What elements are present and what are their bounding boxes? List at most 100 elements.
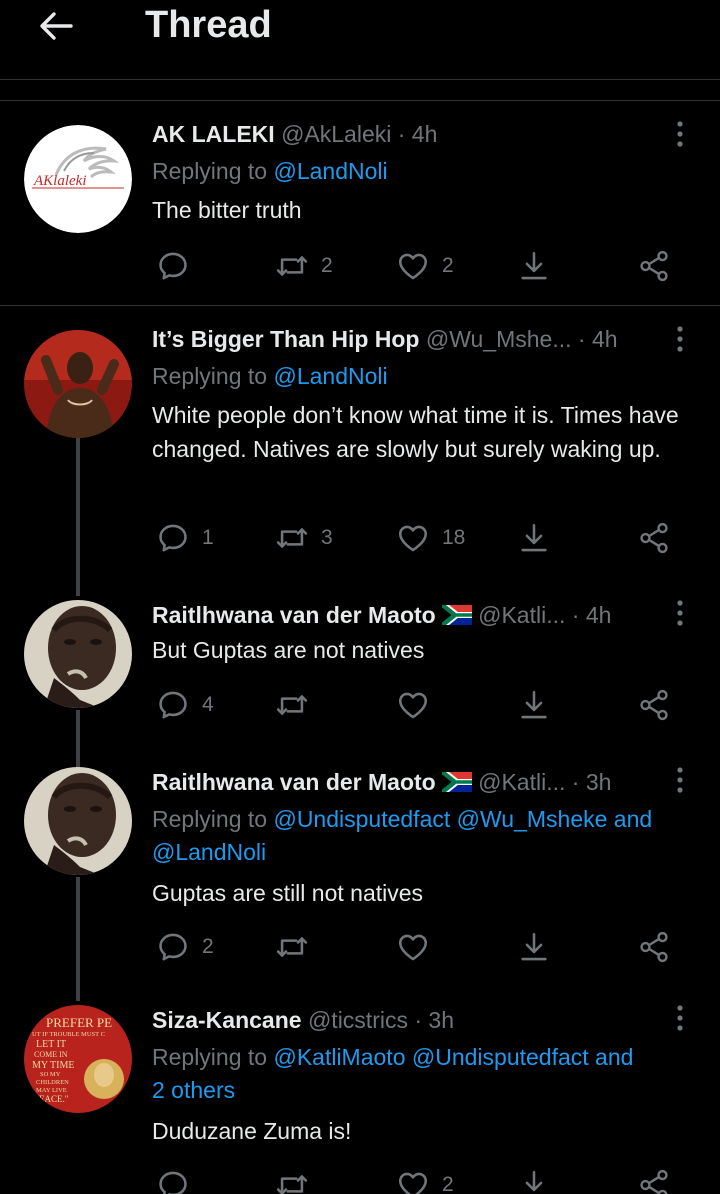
share-button[interactable] — [637, 930, 671, 964]
like-icon — [396, 930, 430, 964]
reply-count: 1 — [202, 526, 214, 549]
download-button[interactable] — [517, 1168, 551, 1194]
like-button[interactable] — [396, 688, 442, 722]
avatar[interactable] — [24, 767, 132, 875]
timestamp: · 3h — [571, 769, 612, 795]
retweet-button[interactable] — [275, 1168, 321, 1194]
retweet-button[interactable]: 3 — [275, 521, 333, 555]
avatar[interactable]: PREFER PE UT IF TROUBLE MUST C LET IT CO… — [24, 1005, 132, 1113]
more-icon — [668, 765, 692, 795]
user-handle[interactable]: @Wu_Mshe... — [426, 326, 572, 352]
like-icon — [396, 249, 430, 283]
display-name[interactable]: Raitlhwana van der Maoto — [152, 602, 436, 628]
south-africa-flag-icon — [442, 605, 472, 625]
more-options-button[interactable] — [668, 1003, 692, 1033]
thread-connector — [76, 721, 80, 745]
avatar[interactable] — [24, 330, 132, 438]
reply-button[interactable]: 4 — [156, 688, 214, 722]
divider — [0, 100, 720, 101]
like-button[interactable]: 2 — [396, 1168, 454, 1194]
tweet-text: Duduzane Zuma is! — [152, 1118, 352, 1144]
reply-icon — [156, 1168, 190, 1194]
mention-link[interactable]: @LandNoli — [273, 363, 387, 389]
display-name[interactable]: It’s Bigger Than Hip Hop — [152, 326, 419, 352]
back-arrow-icon[interactable] — [36, 6, 76, 46]
mention-link[interactable]: @LandNoli — [273, 158, 387, 184]
reply-icon — [156, 521, 190, 555]
tweet-text: Guptas are still not natives — [152, 880, 424, 906]
share-button[interactable] — [637, 521, 671, 555]
share-button[interactable] — [637, 249, 671, 283]
like-button[interactable]: 2 — [396, 249, 454, 283]
retweet-button[interactable]: 2 — [275, 249, 333, 283]
download-icon — [517, 1168, 551, 1194]
svg-text:CHILDREN: CHILDREN — [36, 1079, 69, 1086]
retweet-button[interactable] — [275, 930, 321, 964]
mention-link[interactable]: @Undisputedfact @Wu_Msheke and — [273, 806, 652, 832]
more-options-button[interactable] — [668, 598, 692, 628]
reply-icon — [156, 688, 190, 722]
share-icon — [637, 1168, 671, 1194]
retweet-count: 3 — [321, 526, 333, 549]
like-button[interactable] — [396, 930, 442, 964]
reply-button[interactable]: 1 — [156, 521, 214, 555]
more-options-button[interactable] — [668, 765, 692, 795]
like-icon — [396, 1168, 430, 1194]
retweet-icon — [275, 249, 309, 283]
download-button[interactable] — [517, 521, 551, 555]
tweet-text: The bitter truth — [152, 197, 302, 223]
replying-to-label: Replying to — [152, 363, 268, 389]
avatar[interactable]: AKlaleki — [24, 125, 132, 233]
thread-connector — [76, 955, 80, 983]
mention-link[interactable]: @LandNoli — [152, 839, 266, 865]
share-icon — [637, 521, 671, 555]
more-icon — [668, 324, 692, 354]
display-name[interactable]: Siza-Kancane — [152, 1007, 302, 1033]
like-button[interactable]: 18 — [396, 521, 465, 555]
download-button[interactable] — [517, 688, 551, 722]
retweet-count: 2 — [321, 254, 333, 277]
replying-to-label: Replying to — [152, 806, 268, 832]
reply-count: 2 — [202, 935, 214, 958]
avatar[interactable] — [24, 600, 132, 708]
svg-text:AKlaleki: AKlaleki — [33, 173, 87, 189]
more-options-button[interactable] — [668, 324, 692, 354]
user-handle[interactable]: @Katli... — [478, 602, 565, 628]
display-name[interactable]: AK LALEKI — [152, 121, 275, 147]
display-name[interactable]: Raitlhwana van der Maoto — [152, 769, 436, 795]
tweet-text: White people don’t know what time it is.… — [152, 402, 679, 462]
share-button[interactable] — [637, 1168, 671, 1194]
mention-link[interactable]: 2 others — [152, 1077, 235, 1103]
download-button[interactable] — [517, 930, 551, 964]
like-icon — [396, 521, 430, 555]
share-button[interactable] — [637, 688, 671, 722]
svg-text:COME IN: COME IN — [34, 1050, 68, 1059]
user-photo-icon — [24, 600, 132, 708]
mention-link[interactable]: @KatliMaoto @Undisputedfact and — [273, 1044, 633, 1070]
download-button[interactable] — [517, 249, 551, 283]
user-photo-icon — [24, 767, 132, 875]
quote-poster-icon: PREFER PE UT IF TROUBLE MUST C LET IT CO… — [24, 1005, 132, 1113]
more-options-button[interactable] — [668, 119, 692, 149]
svg-text:UT IF TROUBLE MUST C: UT IF TROUBLE MUST C — [32, 1031, 105, 1038]
timestamp: · 4h — [397, 121, 438, 147]
download-icon — [517, 688, 551, 722]
reply-button[interactable] — [156, 1168, 202, 1194]
user-handle[interactable]: @AkLaleki — [281, 121, 391, 147]
user-handle[interactable]: @Katli... — [478, 769, 565, 795]
user-handle[interactable]: @ticstrics — [308, 1007, 408, 1033]
svg-text:MY TIME: MY TIME — [32, 1060, 75, 1071]
reply-button[interactable]: 2 — [156, 930, 214, 964]
like-count: 2 — [442, 254, 454, 277]
retweet-icon — [275, 1168, 309, 1194]
download-icon — [517, 249, 551, 283]
download-icon — [517, 930, 551, 964]
user-photo-icon — [24, 330, 132, 438]
retweet-icon — [275, 688, 309, 722]
retweet-button[interactable] — [275, 688, 321, 722]
top-bar: Thread — [0, 0, 720, 80]
share-icon — [637, 930, 671, 964]
like-count: 18 — [442, 526, 466, 549]
share-icon — [637, 249, 671, 283]
reply-button[interactable] — [156, 249, 202, 283]
